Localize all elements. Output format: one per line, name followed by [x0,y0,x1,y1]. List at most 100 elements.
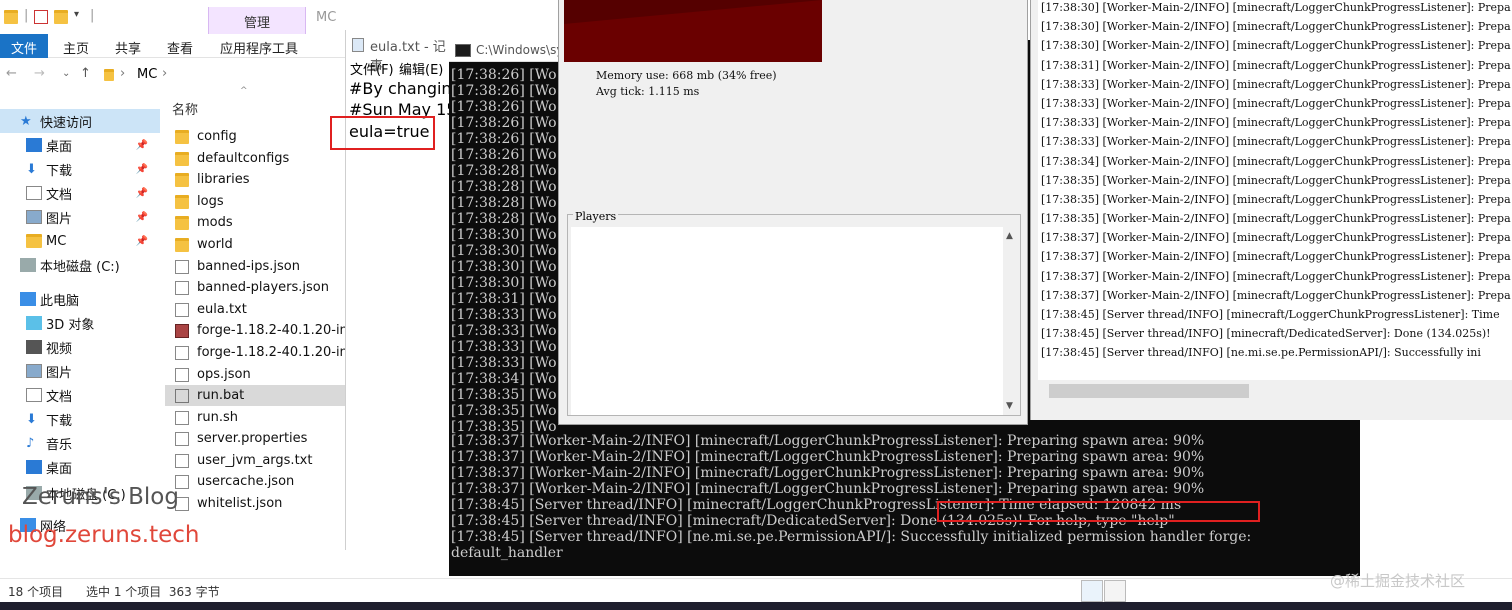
list-item[interactable]: eula.txt [165,299,345,320]
list-item[interactable]: server.properties [165,428,345,449]
list-item[interactable]: forge-1.18.2-40.1.20-insta [165,342,345,363]
picture-icon [26,364,42,378]
large-icons-view-icon[interactable] [1104,580,1126,602]
text-line: #By changing [349,79,451,98]
console-line: [17:38:37] [Worker-Main-2/INFO] [minecra… [451,449,1205,465]
list-item[interactable]: world [165,234,345,255]
star-icon: ★ [20,114,32,129]
scroll-up-icon[interactable]: ▲ [1006,231,1013,241]
nav-quick-access[interactable]: ★ 快速访问 [0,109,160,133]
nav-local-disk[interactable]: 本地磁盘 (C:) [0,253,160,277]
log-line: [17:38:37] [Worker-Main-2/INFO] [minecra… [1041,270,1511,283]
ribbon-tab-home[interactable]: 主页 [63,38,89,57]
console-line: [17:38:31] [Wo [451,291,557,307]
pin-icon[interactable]: 📌 [136,212,148,223]
console-line: [17:38:28] [Wo [451,163,557,179]
log-line: [17:38:33] [Worker-Main-2/INFO] [minecra… [1041,78,1511,91]
new-folder-icon[interactable] [54,10,68,24]
console-line: [17:38:34] [Wo [451,371,557,387]
nav-downloads[interactable]: ⬇ 下载 📌 [0,157,160,181]
nav-pictures[interactable]: 图片 📌 [0,205,160,229]
list-item[interactable]: defaultconfigs [165,148,345,169]
nav-pictures-pc[interactable]: 图片 [0,359,160,383]
nav-documents-pc[interactable]: 文档 [0,383,160,407]
list-item[interactable]: ops.json [165,364,345,385]
context-tab-manage[interactable]: 管理 [208,7,306,34]
list-item[interactable]: whitelist.json [165,493,345,514]
log-text-area[interactable]: [17:38:30] [Worker-Main-2/INFO] [minecra… [1038,0,1512,380]
list-item[interactable]: banned-ips.json [165,256,345,277]
pin-icon[interactable]: 📌 [136,236,148,247]
forward-arrow-icon[interactable]: → [34,66,45,81]
list-item[interactable]: logs [165,191,345,212]
ribbon-tab-view[interactable]: 查看 [167,38,193,57]
pin-icon[interactable]: 📌 [136,188,148,199]
folder-icon [175,194,189,209]
list-item[interactable]: usercache.json [165,471,345,492]
document-icon [26,186,42,200]
up-arrow-icon[interactable]: ↑ [80,66,91,81]
players-list[interactable] [571,227,1003,415]
file-explorer-window: | ▾ | 管理 MC 文件 主页 共享 查看 应用程序工具 ← → ⌄ ↑ ›… [0,0,345,610]
document-icon [26,388,42,402]
console-line: [17:38:33] [Wo [451,355,557,371]
log-line: [17:38:33] [Worker-Main-2/INFO] [minecra… [1041,135,1511,148]
list-item[interactable]: banned-players.json [165,277,345,298]
ribbon-tab-share[interactable]: 共享 [115,38,141,57]
console-line: [17:38:28] [Wo [451,179,557,195]
ribbon: 文件 主页 共享 查看 应用程序工具 [0,34,345,58]
folder-icon[interactable] [4,10,18,24]
list-item[interactable]: mods [165,212,345,233]
log-scroll-thumb[interactable] [1049,384,1249,398]
breadcrumb-mc[interactable]: MC [137,67,157,82]
details-view-icon[interactable] [1081,580,1103,602]
menu-file[interactable]: 文件(F) [350,59,394,78]
folder-icon [175,151,189,166]
nav-mc[interactable]: MC 📌 [0,229,160,253]
list-item[interactable]: run.sh [165,407,345,428]
console-titlebar: C:\Windows\sy [449,40,563,62]
chevron-down-icon[interactable]: ▾ [74,9,79,20]
log-line: [17:38:37] [Worker-Main-2/INFO] [minecra… [1041,250,1511,263]
properties-icon[interactable] [34,10,48,24]
picture-icon [26,210,42,224]
recent-chevron-icon[interactable]: ⌄ [62,68,70,79]
nav-this-pc[interactable]: 此电脑 [0,287,160,311]
console-line: [17:38:26] [Wo [451,115,557,131]
console-line: [17:38:35] [Wo [451,387,557,403]
nav-documents[interactable]: 文档 📌 [0,181,160,205]
nav-downloads-pc[interactable]: ⬇ 下载 [0,407,160,431]
pin-icon[interactable]: 📌 [136,140,148,151]
console-line: [17:38:30] [Wo [451,227,557,243]
list-item[interactable]: forge-1.18.2-40.1.20-insta [165,320,345,341]
nav-music[interactable]: ♪ 音乐 [0,431,160,455]
ribbon-tab-file[interactable]: 文件 [0,34,48,58]
file-icon [175,345,189,360]
menu-edit[interactable]: 编辑(E) [399,59,443,78]
text-file-icon [175,453,189,468]
nav-desktop-pc[interactable]: 桌面 [0,455,160,479]
console-line: [17:38:33] [Wo [451,323,557,339]
list-item-selected[interactable]: run.bat [165,385,345,406]
console-line: [17:38:26] [Wo [451,99,557,115]
nav-videos[interactable]: 视频 [0,335,160,359]
list-item[interactable]: libraries [165,169,345,190]
back-arrow-icon[interactable]: ← [6,66,17,81]
list-item[interactable]: user_jvm_args.txt [165,450,345,471]
log-line: [17:38:45] [Server thread/INFO] [minecra… [1041,308,1500,321]
console-line: [17:38:37] [Worker-Main-2/INFO] [minecra… [451,433,1205,449]
memory-graph-svg [564,0,822,62]
players-scrollbar[interactable]: ▲ ▼ [1003,227,1019,415]
nav-3d-objects[interactable]: 3D 对象 [0,311,160,335]
text-file-icon [175,302,189,317]
nav-desktop[interactable]: 桌面 📌 [0,133,160,157]
folder-icon [175,172,189,187]
log-line: [17:38:37] [Worker-Main-2/INFO] [minecra… [1041,289,1511,302]
console-title: C:\Windows\sy [476,43,564,57]
list-item[interactable]: config [165,126,345,147]
pin-icon[interactable]: 📌 [136,164,148,175]
ribbon-tab-app-tools[interactable]: 应用程序工具 [220,38,298,57]
console-line: [17:38:45] [Server thread/INFO] [ne.mi.s… [451,529,1252,545]
console-line: [17:38:30] [Wo [451,275,557,291]
scroll-down-icon[interactable]: ▼ [1006,401,1013,411]
